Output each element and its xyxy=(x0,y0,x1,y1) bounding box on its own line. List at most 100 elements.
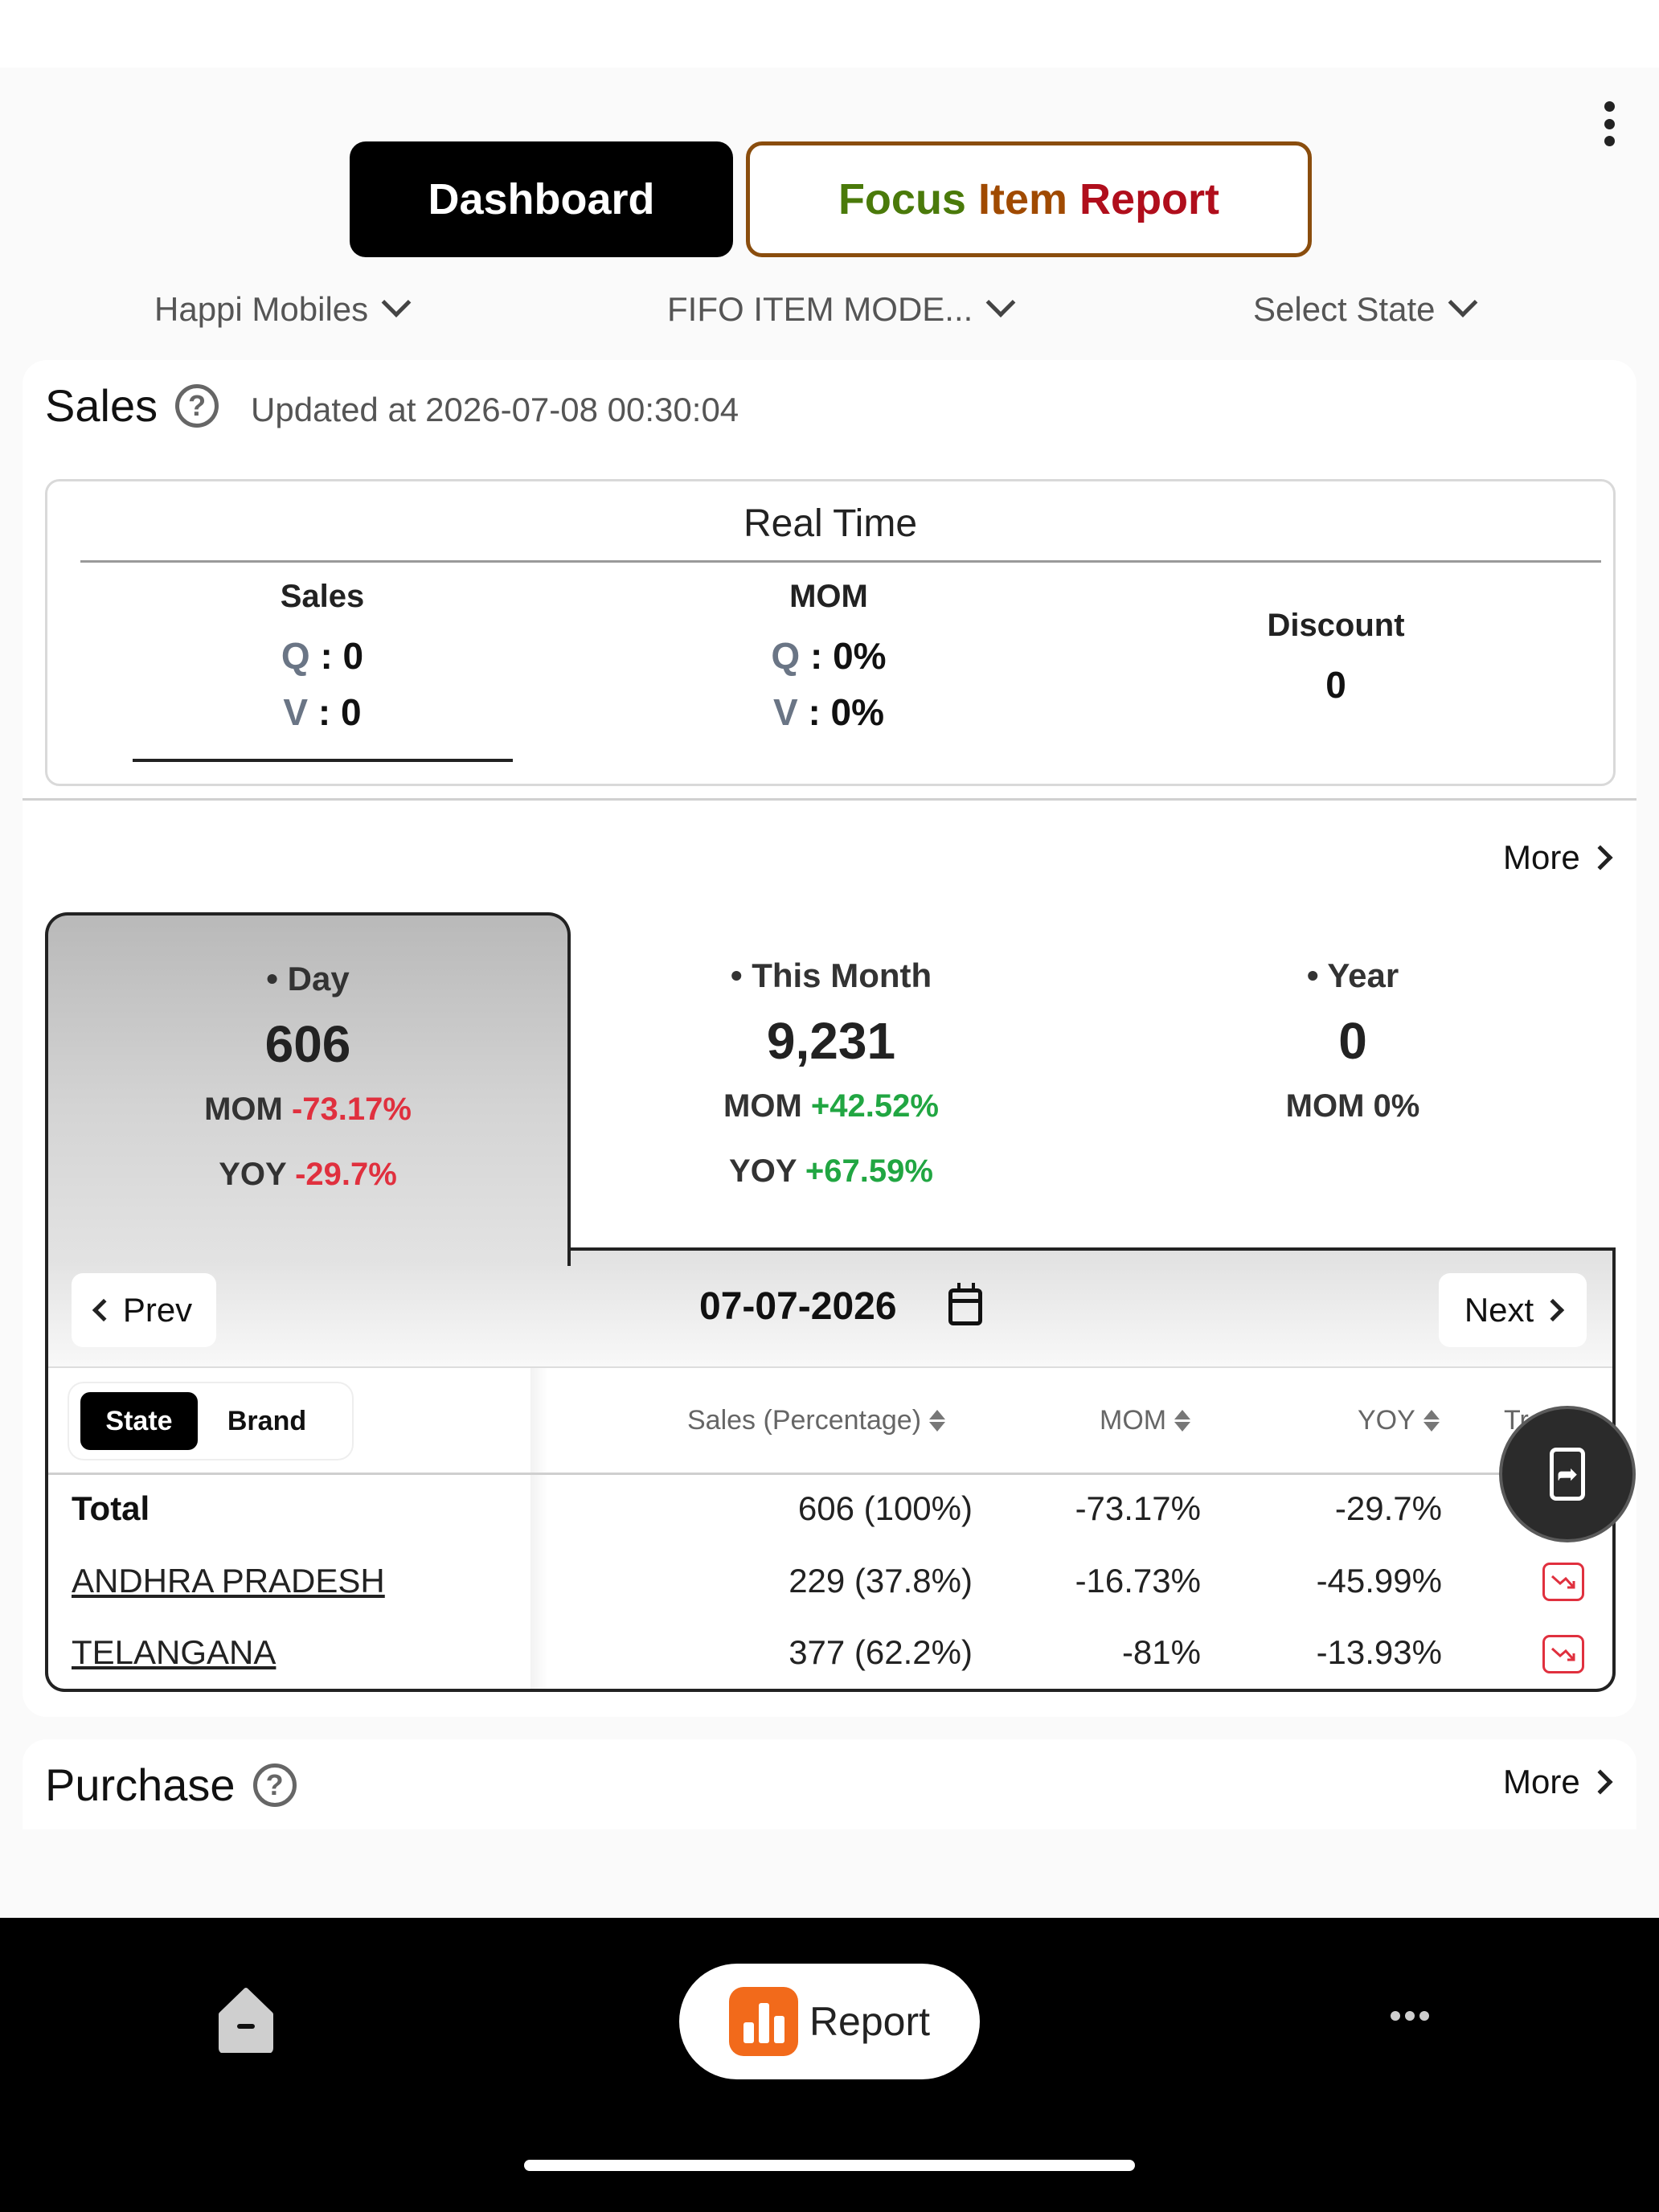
chevron-down-icon xyxy=(381,288,412,317)
realtime-sales-head: Sales xyxy=(280,579,365,614)
table-cell-mom: -16.73% xyxy=(1075,1562,1201,1600)
realtime-discount[interactable]: Discount 0 xyxy=(1135,608,1537,707)
yoy-value: +67.59% xyxy=(805,1153,933,1189)
more-label: More xyxy=(1503,1763,1580,1800)
period-year[interactable]: • Year 0 MOM 0% xyxy=(1090,956,1616,1124)
item-filter-dropdown[interactable]: FIFO ITEM MODE... xyxy=(667,285,1016,334)
prev-label: Prev xyxy=(122,1291,193,1329)
period-month-yoy: YOY +67.59% xyxy=(568,1153,1094,1190)
help-icon[interactable]: ? xyxy=(175,383,219,428)
purchase-more-link[interactable]: More xyxy=(1503,1763,1613,1801)
chevron-down-icon xyxy=(985,288,1016,317)
share-screen-icon: ➦ xyxy=(1550,1448,1585,1501)
sort-icon xyxy=(929,1410,946,1432)
mom-label: MOM xyxy=(204,1092,283,1127)
period-month[interactable]: • This Month 9,231 MOM +42.52% YOY +67.5… xyxy=(568,956,1094,1190)
q-label: Q xyxy=(281,635,310,677)
v-value: : 0% xyxy=(808,691,885,733)
table-cell-yoy: -13.93% xyxy=(1316,1633,1442,1671)
state-filter-dropdown[interactable]: Select State xyxy=(1253,285,1478,334)
table-top-border xyxy=(48,1366,1612,1368)
trend-down-icon[interactable] xyxy=(1542,1563,1584,1601)
next-button[interactable]: Next xyxy=(1439,1273,1587,1347)
trend-down-icon[interactable] xyxy=(1542,1635,1584,1673)
more-dots-icon[interactable] xyxy=(1391,2011,1429,2021)
period-year-mom: MOM 0% xyxy=(1090,1088,1616,1124)
realtime-selected-indicator xyxy=(133,759,513,762)
more-label: More xyxy=(1503,838,1580,876)
report-nav-button[interactable]: Report xyxy=(679,1964,980,2079)
period-day[interactable]: • Day 606 MOM -73.17% YOY -29.7% xyxy=(45,960,571,1193)
column-header-label: MOM xyxy=(1100,1405,1167,1436)
chevron-right-icon xyxy=(1542,1298,1565,1322)
column-header-label: Sales (Percentage) xyxy=(687,1405,922,1436)
tab-focus-item-report[interactable]: Focus Item Report xyxy=(746,141,1312,257)
selected-date[interactable]: 07-07-2026 xyxy=(699,1284,897,1329)
panel-top-border xyxy=(567,1247,1616,1251)
chevron-left-icon xyxy=(92,1298,115,1322)
calendar-icon[interactable] xyxy=(948,1283,982,1325)
company-filter-dropdown[interactable]: Happi Mobiles xyxy=(154,285,412,334)
table-cell-mom: -73.17% xyxy=(1075,1489,1201,1527)
sales-title: Sales xyxy=(45,380,158,431)
realtime-mom-v: V : 0% xyxy=(628,690,1030,734)
sales-heading: Sales ? xyxy=(45,379,219,432)
table-cell-mom: -81% xyxy=(1121,1633,1201,1671)
gesture-bar xyxy=(524,2160,1135,2171)
next-label: Next xyxy=(1464,1291,1534,1329)
purchase-heading: Purchase ? xyxy=(45,1759,297,1811)
home-icon[interactable] xyxy=(215,1985,277,2054)
realtime-divider xyxy=(80,560,1601,563)
period-day-mom: MOM -73.17% xyxy=(45,1092,571,1128)
help-icon[interactable]: ? xyxy=(252,1763,297,1807)
column-header-sales[interactable]: Sales (Percentage) xyxy=(687,1405,946,1436)
table-cell-sales: 606 (100%) xyxy=(797,1489,973,1527)
mom-value: 0% xyxy=(1373,1088,1420,1124)
realtime-sales[interactable]: Sales Q : 0 V : 0 xyxy=(121,579,523,734)
realtime-title: Real Time xyxy=(743,502,918,545)
state-filter-label: Select State xyxy=(1253,290,1436,328)
period-day-label: • Day xyxy=(266,960,350,997)
period-day-yoy: YOY -29.7% xyxy=(45,1157,571,1193)
realtime-mom-head: MOM xyxy=(789,579,868,614)
table-row-name[interactable]: ANDHRA PRADESH xyxy=(72,1562,385,1600)
period-month-label: • This Month xyxy=(730,956,932,994)
table-row-name[interactable]: TELANGANA xyxy=(72,1633,276,1672)
frozen-column-shadow xyxy=(530,1368,548,1690)
tab-focus-word-3: Report xyxy=(1079,175,1220,223)
mom-label: MOM xyxy=(1285,1088,1365,1124)
realtime-mom[interactable]: MOM Q : 0% V : 0% xyxy=(628,579,1030,734)
kebab-menu-icon[interactable] xyxy=(1595,101,1624,146)
column-header-label: YOY xyxy=(1358,1405,1415,1436)
period-month-mom: MOM +42.52% xyxy=(568,1088,1094,1124)
prev-button[interactable]: Prev xyxy=(72,1273,216,1347)
table-cell-sales: 229 (37.8%) xyxy=(789,1562,973,1600)
chevron-right-icon xyxy=(1587,1769,1613,1795)
realtime-mom-q: Q : 0% xyxy=(628,634,1030,678)
chevron-down-icon xyxy=(1448,288,1478,317)
report-label: Report xyxy=(809,1999,931,2044)
table-cell-yoy: -45.99% xyxy=(1316,1562,1442,1600)
yoy-label: YOY xyxy=(219,1157,286,1192)
segment-state[interactable]: State xyxy=(80,1392,198,1450)
period-day-value: 606 xyxy=(264,1015,351,1073)
v-label: V xyxy=(283,691,309,733)
mom-value: -73.17% xyxy=(291,1092,412,1127)
segment-brand[interactable]: Brand xyxy=(203,1392,331,1450)
v-label: V xyxy=(772,691,798,733)
tab-focus-word-2: Item xyxy=(977,175,1068,223)
yoy-label: YOY xyxy=(729,1153,797,1189)
period-month-value: 9,231 xyxy=(766,1012,896,1070)
column-header-mom[interactable]: MOM xyxy=(1100,1405,1191,1436)
share-screen-button[interactable]: ➦ xyxy=(1499,1406,1636,1542)
sort-icon xyxy=(1423,1410,1440,1432)
updated-timestamp: Updated at 2026-07-08 00:30:04 xyxy=(251,391,739,428)
q-label: Q xyxy=(771,635,801,677)
tab-dashboard[interactable]: Dashboard xyxy=(350,141,733,257)
sales-more-link[interactable]: More xyxy=(1503,838,1613,877)
period-year-value: 0 xyxy=(1338,1012,1367,1070)
table-cell-sales: 377 (62.2%) xyxy=(789,1633,973,1671)
company-filter-label: Happi Mobiles xyxy=(154,290,369,328)
column-header-yoy[interactable]: YOY xyxy=(1358,1405,1440,1436)
tab-focus-word-1: Focus xyxy=(838,175,966,223)
